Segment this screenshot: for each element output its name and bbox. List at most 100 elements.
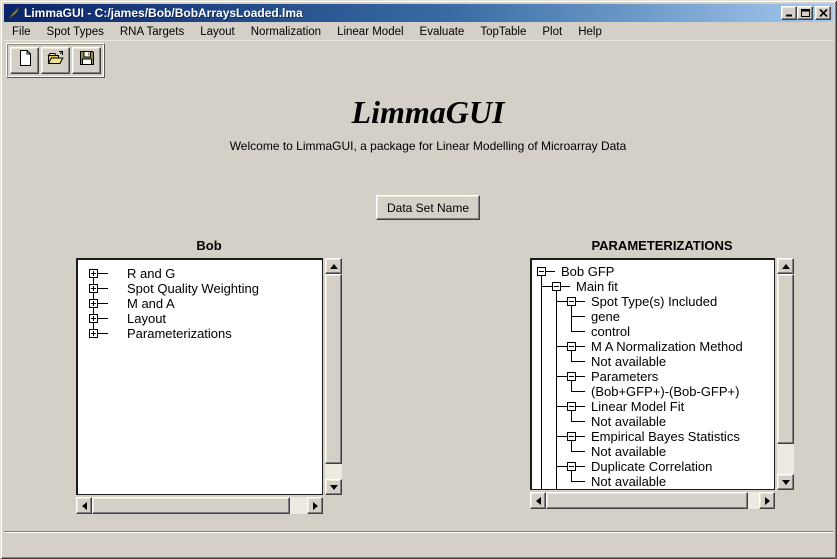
tree-row[interactable]: Layout xyxy=(78,311,322,326)
tree-item-label[interactable]: (Bob+GFP+)-(Bob-GFP+) xyxy=(591,384,739,399)
tree-row[interactable]: control xyxy=(532,324,774,339)
tree-item-label[interactable]: Empirical Bayes Statistics xyxy=(591,429,740,444)
tree-row[interactable]: Spot Quality Weighting xyxy=(78,281,322,296)
tree-row[interactable]: (Bob+GFP+)-(Bob-GFP+) xyxy=(532,384,774,399)
tree-item-label[interactable]: gene xyxy=(591,309,620,324)
menu-item-file[interactable]: File xyxy=(4,24,39,40)
tree-item-label[interactable]: Bob GFP xyxy=(561,264,614,279)
save-file-button[interactable] xyxy=(72,47,101,74)
menu-item-spot-types[interactable]: Spot Types xyxy=(39,24,112,40)
open-file-button[interactable] xyxy=(41,47,70,74)
scrollbar-track[interactable] xyxy=(92,497,307,514)
collapse-toggle-icon[interactable] xyxy=(564,399,579,414)
maximize-button[interactable] xyxy=(797,6,813,20)
parameterizations-tree-vertical-scrollbar[interactable] xyxy=(777,258,794,490)
tree-row[interactable]: Parameters xyxy=(532,369,774,384)
scroll-up-button[interactable] xyxy=(777,258,794,274)
menu-item-layout[interactable]: Layout xyxy=(192,24,243,40)
new-file-button[interactable] xyxy=(10,47,39,74)
tree-item-label[interactable]: Layout xyxy=(127,311,166,326)
expand-toggle-icon[interactable] xyxy=(86,281,101,296)
scrollbar-track[interactable] xyxy=(325,274,342,479)
scrollbar-track[interactable] xyxy=(546,492,759,509)
expand-toggle-icon[interactable] xyxy=(86,311,101,326)
scrollbar-thumb[interactable] xyxy=(92,497,290,514)
tree-item-label[interactable]: Not available xyxy=(591,474,666,489)
scrollbar-thumb[interactable] xyxy=(777,274,794,444)
collapse-toggle-icon[interactable] xyxy=(564,429,579,444)
close-button[interactable] xyxy=(815,6,831,20)
tree-item-label[interactable]: Main fit xyxy=(576,279,618,294)
tree-item-label[interactable]: R and G xyxy=(127,266,175,281)
tree-item-label[interactable]: Spot Quality Weighting xyxy=(127,281,259,296)
tree-row[interactable]: Linear Model Fit xyxy=(532,399,774,414)
tree-row[interactable]: Parameterizations xyxy=(78,326,322,341)
menu-item-normalization[interactable]: Normalization xyxy=(243,24,329,40)
tree-line-rail xyxy=(534,474,549,489)
scroll-right-button[interactable] xyxy=(307,497,323,514)
tree-row[interactable]: Bob GFP xyxy=(532,264,774,279)
dataset-tree-horizontal-scrollbar[interactable] xyxy=(76,497,323,514)
tree-row[interactable]: Not available xyxy=(532,354,774,369)
collapse-toggle-icon[interactable] xyxy=(549,279,564,294)
parameterizations-tree-horizontal-scrollbar[interactable] xyxy=(530,492,775,509)
tree-row[interactable]: Main fit xyxy=(532,279,774,294)
data-set-name-button[interactable]: Data Set Name xyxy=(376,195,480,220)
tree-row[interactable]: gene xyxy=(532,309,774,324)
collapse-toggle-icon[interactable] xyxy=(564,459,579,474)
tree-item-label[interactable]: M and A xyxy=(127,296,175,311)
dataset-tree-vertical-scrollbar[interactable] xyxy=(325,258,342,495)
tree-row[interactable]: Empirical Bayes Statistics xyxy=(532,429,774,444)
scroll-right-button[interactable] xyxy=(759,492,775,509)
expand-toggle-icon[interactable] xyxy=(86,296,101,311)
menu-item-evaluate[interactable]: Evaluate xyxy=(412,24,473,40)
tree-row[interactable]: Not available xyxy=(532,474,774,489)
scroll-up-button[interactable] xyxy=(325,258,342,274)
tree-row[interactable]: M A Normalization Method xyxy=(532,339,774,354)
tree-item-label[interactable]: Not available xyxy=(591,414,666,429)
arrow-left-icon xyxy=(536,497,541,505)
tree-item-label[interactable]: Linear Model Fit xyxy=(591,399,684,414)
tree-item-label[interactable]: Duplicate Correlation xyxy=(591,459,712,474)
title-bar[interactable]: LimmaGUI - C:/james/Bob/BobArraysLoaded.… xyxy=(4,4,833,22)
scroll-down-button[interactable] xyxy=(325,479,342,495)
tree-line-tee xyxy=(564,309,579,324)
collapse-toggle-icon[interactable] xyxy=(534,264,549,279)
tree-item-label[interactable]: Spot Type(s) Included xyxy=(591,294,717,309)
parameterizations-tree[interactable]: Bob GFPMain fitSpot Type(s) Includedgene… xyxy=(530,258,775,490)
scroll-left-button[interactable] xyxy=(530,492,546,509)
tree-connector xyxy=(101,311,108,326)
menu-item-plot[interactable]: Plot xyxy=(534,24,570,40)
tree-row[interactable]: Duplicate Correlation xyxy=(532,459,774,474)
collapse-toggle-icon[interactable] xyxy=(564,339,579,354)
dataset-tree[interactable]: R and GSpot Quality WeightingM and ALayo… xyxy=(76,258,323,495)
scrollbar-thumb[interactable] xyxy=(325,274,342,464)
tree-item-label[interactable]: M A Normalization Method xyxy=(591,339,743,354)
menu-item-help[interactable]: Help xyxy=(570,24,610,40)
tree-item-label[interactable]: Not available xyxy=(591,354,666,369)
menu-item-rna-targets[interactable]: RNA Targets xyxy=(112,24,192,40)
scrollbar-thumb[interactable] xyxy=(546,492,748,509)
tree-row[interactable]: Not available xyxy=(532,414,774,429)
tree-item-label[interactable]: control xyxy=(591,324,630,339)
collapse-toggle-icon[interactable] xyxy=(564,369,579,384)
expand-toggle-icon[interactable] xyxy=(86,266,101,281)
tree-row[interactable]: Spot Type(s) Included xyxy=(532,294,774,309)
tree-item-label[interactable]: Parameterizations xyxy=(127,326,232,341)
scrollbar-track[interactable] xyxy=(777,274,794,474)
menu-item-toptable[interactable]: TopTable xyxy=(472,24,534,40)
open-folder-icon xyxy=(47,49,65,72)
scroll-left-button[interactable] xyxy=(76,497,92,514)
collapse-toggle-icon[interactable] xyxy=(564,294,579,309)
expand-toggle-icon[interactable] xyxy=(86,326,101,341)
menu-item-linear-model[interactable]: Linear Model xyxy=(329,24,411,40)
tree-row[interactable]: M and A xyxy=(78,296,322,311)
minimize-button[interactable] xyxy=(781,6,797,20)
tree-line-tee xyxy=(549,369,564,384)
tree-connector xyxy=(549,264,555,279)
tree-item-label[interactable]: Parameters xyxy=(591,369,658,384)
scroll-down-button[interactable] xyxy=(777,474,794,490)
tree-row[interactable]: R and G xyxy=(78,266,322,281)
tree-item-label[interactable]: Not available xyxy=(591,444,666,459)
tree-row[interactable]: Not available xyxy=(532,444,774,459)
